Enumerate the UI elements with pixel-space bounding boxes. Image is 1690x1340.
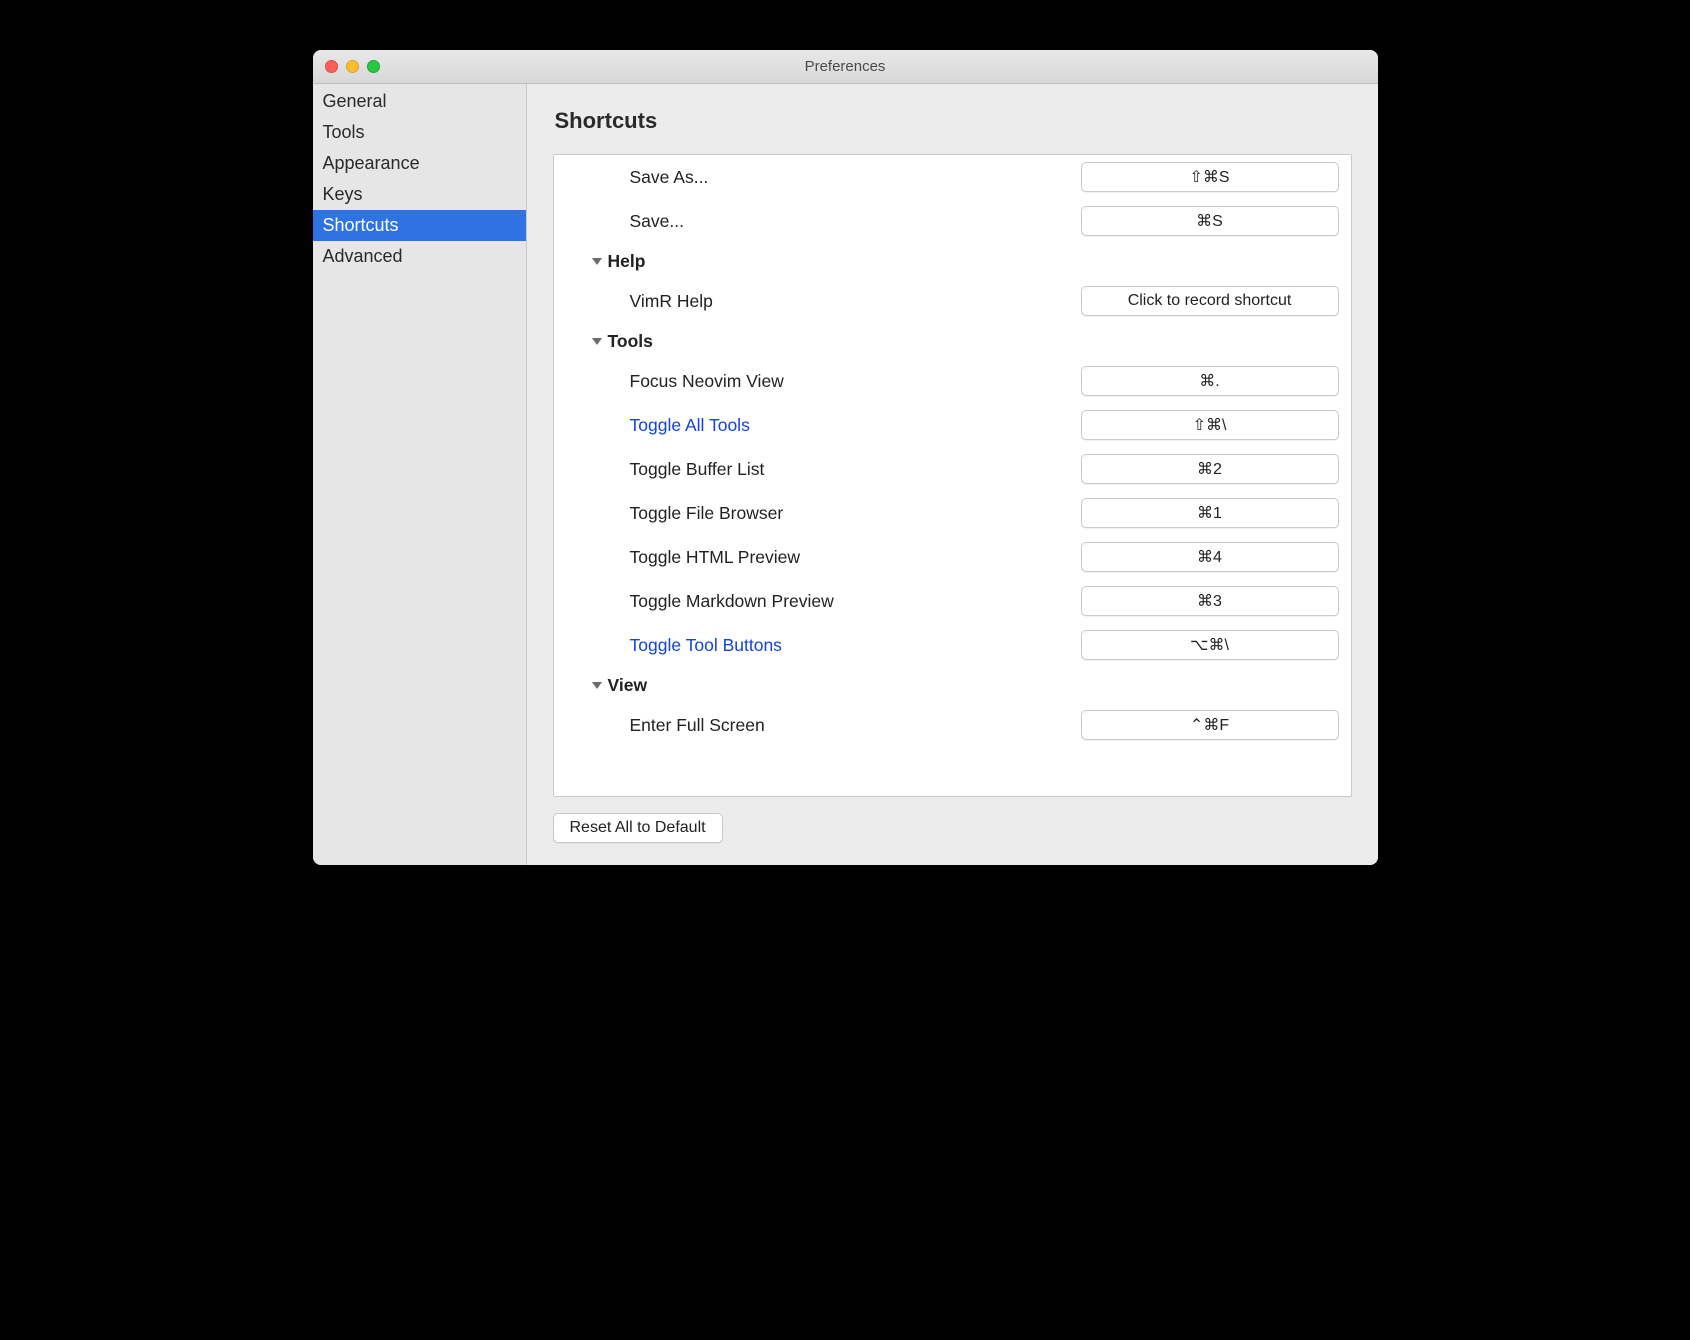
- shortcut-row: Toggle HTML Preview ⌘4: [554, 535, 1351, 579]
- sidebar-item-general[interactable]: General: [313, 86, 526, 117]
- shortcut-recorder[interactable]: ⌘2: [1081, 454, 1339, 484]
- shortcut-label: Enter Full Screen: [554, 715, 1081, 736]
- shortcut-recorder[interactable]: Click to record shortcut: [1081, 286, 1339, 316]
- shortcut-recorder[interactable]: ⇧⌘\: [1081, 410, 1339, 440]
- shortcut-row: Toggle Markdown Preview ⌘3: [554, 579, 1351, 623]
- shortcut-label: VimR Help: [554, 291, 1081, 312]
- shortcut-label: Toggle File Browser: [554, 503, 1081, 524]
- shortcut-label: Toggle Markdown Preview: [554, 591, 1081, 612]
- group-label: View: [608, 675, 648, 696]
- shortcut-label: Focus Neovim View: [554, 371, 1081, 392]
- shortcut-recorder[interactable]: ⌘3: [1081, 586, 1339, 616]
- sidebar-item-appearance[interactable]: Appearance: [313, 148, 526, 179]
- main-panel: Shortcuts Save As... ⇧⌘S Save... ⌘S Help…: [527, 84, 1378, 865]
- chevron-down-icon: [592, 338, 602, 345]
- group-label: Help: [608, 251, 646, 272]
- shortcut-row: Toggle Buffer List ⌘2: [554, 447, 1351, 491]
- reset-all-button[interactable]: Reset All to Default: [553, 813, 723, 843]
- chevron-down-icon: [592, 682, 602, 689]
- shortcut-label: Toggle Tool Buttons: [554, 635, 1081, 656]
- sidebar-item-keys[interactable]: Keys: [313, 179, 526, 210]
- group-header-tools[interactable]: Tools: [554, 323, 1351, 359]
- shortcut-label: Toggle All Tools: [554, 415, 1081, 436]
- sidebar-item-shortcuts[interactable]: Shortcuts: [313, 210, 526, 241]
- shortcut-row: Toggle File Browser ⌘1: [554, 491, 1351, 535]
- shortcut-row: Focus Neovim View ⌘.: [554, 359, 1351, 403]
- shortcut-label: Toggle Buffer List: [554, 459, 1081, 480]
- chevron-down-icon: [592, 258, 602, 265]
- shortcut-recorder[interactable]: ⌃⌘F: [1081, 710, 1339, 740]
- shortcut-label: Toggle HTML Preview: [554, 547, 1081, 568]
- shortcut-row: Enter Full Screen ⌃⌘F: [554, 703, 1351, 747]
- shortcut-recorder[interactable]: ⌥⌘\: [1081, 630, 1339, 660]
- sidebar: General Tools Appearance Keys Shortcuts …: [313, 84, 527, 865]
- group-header-view[interactable]: View: [554, 667, 1351, 703]
- titlebar: Preferences: [313, 50, 1378, 84]
- shortcut-row: VimR Help Click to record shortcut: [554, 279, 1351, 323]
- page-title: Shortcuts: [527, 84, 1378, 154]
- footer: Reset All to Default: [527, 797, 1378, 865]
- sidebar-item-tools[interactable]: Tools: [313, 117, 526, 148]
- shortcut-recorder[interactable]: ⇧⌘S: [1081, 162, 1339, 192]
- shortcut-list[interactable]: Save As... ⇧⌘S Save... ⌘S Help VimR Help…: [553, 154, 1352, 797]
- preferences-window: Preferences General Tools Appearance Key…: [313, 50, 1378, 865]
- shortcut-recorder[interactable]: ⌘4: [1081, 542, 1339, 572]
- shortcut-row: Save As... ⇧⌘S: [554, 155, 1351, 199]
- shortcut-row: Save... ⌘S: [554, 199, 1351, 243]
- shortcut-label: Save...: [554, 211, 1081, 232]
- shortcut-recorder[interactable]: ⌘S: [1081, 206, 1339, 236]
- sidebar-item-advanced[interactable]: Advanced: [313, 241, 526, 272]
- shortcut-recorder[interactable]: ⌘1: [1081, 498, 1339, 528]
- window-body: General Tools Appearance Keys Shortcuts …: [313, 84, 1378, 865]
- shortcut-label: Save As...: [554, 167, 1081, 188]
- group-label: Tools: [608, 331, 653, 352]
- shortcut-row: Toggle Tool Buttons ⌥⌘\: [554, 623, 1351, 667]
- shortcut-recorder[interactable]: ⌘.: [1081, 366, 1339, 396]
- group-header-help[interactable]: Help: [554, 243, 1351, 279]
- window-title: Preferences: [313, 58, 1378, 75]
- shortcut-row: Toggle All Tools ⇧⌘\: [554, 403, 1351, 447]
